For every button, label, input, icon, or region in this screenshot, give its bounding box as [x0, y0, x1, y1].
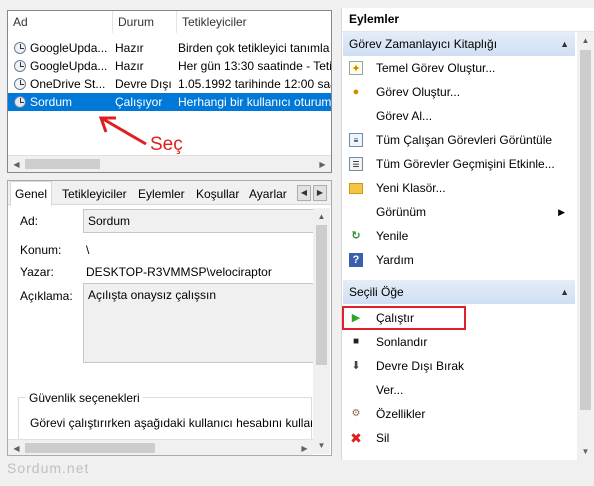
action-export[interactable]: Ver...	[343, 378, 575, 402]
section-title: Görev Zamanlayıcı Kitaplığı	[349, 37, 498, 51]
watermark: Sordum.net	[7, 460, 90, 476]
task-trigger: 1.05.1992 tarihinde 12:00 saat	[178, 77, 332, 91]
delete-icon: ✖	[350, 430, 362, 446]
refresh-icon: ↻	[351, 230, 361, 242]
action-properties[interactable]: ⚙ Özellikler	[343, 402, 575, 426]
description-label: Açıklama:	[20, 289, 73, 303]
tab-conditions[interactable]: Koşullar	[192, 184, 243, 205]
detail-vscrollbar[interactable]: ▲ ▼	[313, 208, 330, 454]
wand-icon: ✦	[349, 61, 363, 75]
column-header-name[interactable]: Ad	[8, 11, 113, 33]
tab-triggers[interactable]: Tetikleyiciler	[58, 184, 131, 205]
security-options-text: Görevi çalıştırırken aşağıdaki kullanıcı…	[30, 416, 312, 430]
column-header-status[interactable]: Durum	[113, 11, 177, 33]
name-label: Ad:	[20, 214, 39, 228]
clock-icon	[14, 96, 26, 108]
disable-icon: ⬇	[351, 360, 361, 372]
scroll-down-icon[interactable]: ▼	[577, 443, 594, 460]
action-view[interactable]: Görünüm ▶	[343, 200, 575, 224]
action-create-task[interactable]: ● Görev Oluştur...	[343, 80, 575, 104]
scroll-thumb[interactable]	[580, 50, 591, 410]
location-label: Konum:	[20, 243, 62, 257]
action-disable[interactable]: ⬇ Devre Dışı Bırak	[343, 354, 575, 378]
action-help[interactable]: ? Yardım	[343, 248, 575, 272]
task-row-selected[interactable]: Sordum Çalışıyor Herhangi bir kullanıcı …	[8, 93, 332, 111]
section-header-library[interactable]: Görev Zamanlayıcı Kitaplığı ▲	[343, 32, 575, 56]
action-show-running-tasks[interactable]: ≡ Tüm Çalışan Görevleri Görüntüle	[343, 128, 575, 152]
task-trigger: Birden çok tetikleyici tanımla	[178, 41, 330, 55]
scroll-right-icon[interactable]: ▶	[314, 156, 331, 172]
task-trigger: Her gün 13:30 saatinde - Tetik	[178, 59, 332, 73]
scroll-thumb[interactable]	[316, 225, 327, 365]
tab-settings[interactable]: Ayarlar	[245, 184, 291, 205]
author-value: DESKTOP-R3VMMSP\velociraptor	[86, 265, 272, 279]
clock-icon	[14, 60, 26, 72]
section-header-selected-item[interactable]: Seçili Öğe ▲	[343, 280, 575, 304]
tab-scroll-right-icon[interactable]: ▶	[313, 185, 327, 201]
scroll-left-icon[interactable]: ◀	[8, 440, 25, 455]
annotation-arrow	[98, 116, 147, 146]
scroll-up-icon[interactable]: ▲	[313, 208, 330, 225]
action-new-folder[interactable]: Yeni Klasör...	[343, 176, 575, 200]
task-status: Devre Dışı	[115, 77, 172, 91]
task-row[interactable]: GoogleUpda... Hazır Birden çok tetikleyi…	[8, 39, 331, 57]
tab-strip: Genel Tetikleyiciler Eylemler Koşullar A…	[8, 181, 331, 206]
task-list-hscrollbar[interactable]: ◀ ▶	[8, 155, 331, 172]
history-icon: ☰	[349, 157, 363, 171]
action-enable-history[interactable]: ☰ Tüm Görevler Geçmişini Etkinle...	[343, 152, 575, 176]
description-field[interactable]: Açılışta onaysız çalışsın	[83, 283, 315, 363]
action-end[interactable]: ■ Sonlandır	[343, 330, 575, 354]
actions-vscrollbar[interactable]: ▲ ▼	[577, 32, 594, 460]
help-icon: ?	[349, 253, 363, 267]
stop-icon: ■	[352, 336, 360, 347]
name-field[interactable]: Sordum	[83, 209, 315, 233]
collapse-icon[interactable]: ▲	[560, 32, 569, 56]
action-create-basic-task[interactable]: ✦ Temel Görev Oluştur...	[343, 56, 575, 80]
scroll-right-icon[interactable]: ▶	[296, 440, 313, 455]
tab-scroll-left-icon[interactable]: ◀	[297, 185, 311, 201]
collapse-icon[interactable]: ▲	[560, 280, 569, 304]
column-header-triggers[interactable]: Tetikleyiciler	[177, 11, 331, 33]
scroll-left-icon[interactable]: ◀	[8, 156, 25, 172]
action-import-task[interactable]: Görev Al...	[343, 104, 575, 128]
list-icon: ≡	[349, 133, 363, 147]
task-trigger: Herhangi bir kullanıcı oturum	[178, 95, 332, 109]
detail-hscrollbar[interactable]: ◀ ▶	[8, 439, 313, 455]
task-name: GoogleUpda...	[30, 59, 108, 73]
scroll-up-icon[interactable]: ▲	[577, 32, 594, 49]
submenu-arrow-icon: ▶	[558, 207, 565, 217]
task-status: Hazır	[115, 59, 144, 73]
section-title: Seçili Öğe	[349, 285, 404, 299]
task-status: Çalışıyor	[115, 95, 163, 109]
task-detail-panel: Genel Tetikleyiciler Eylemler Koşullar A…	[7, 180, 332, 456]
tab-actions[interactable]: Eylemler	[134, 184, 189, 205]
properties-icon: ⚙	[351, 408, 361, 419]
action-refresh[interactable]: ↻ Yenile	[343, 224, 575, 248]
tab-general[interactable]: Genel	[10, 181, 53, 206]
actions-pane: Eylemler Görev Zamanlayıcı Kitaplığı ▲ ✦…	[341, 8, 594, 460]
folder-icon	[349, 183, 363, 194]
task-name: GoogleUpda...	[30, 41, 108, 55]
location-value: \	[86, 243, 90, 257]
task-name: Sordum	[30, 95, 73, 109]
task-row[interactable]: OneDrive St... Devre Dışı 1.05.1992 tari…	[8, 75, 332, 93]
clock-icon	[14, 42, 26, 54]
author-label: Yazar:	[20, 265, 54, 279]
task-row[interactable]: GoogleUpda... Hazır Her gün 13:30 saatin…	[8, 57, 332, 75]
scroll-thumb[interactable]	[25, 159, 100, 169]
task-status: Hazır	[115, 41, 144, 55]
run-action-highlight	[342, 306, 466, 330]
clock-icon	[14, 78, 26, 90]
security-options-title: Güvenlik seçenekleri	[26, 391, 143, 405]
task-name: OneDrive St...	[30, 77, 106, 91]
actions-pane-title: Eylemler	[342, 8, 594, 32]
action-delete[interactable]: ✖ Sil	[343, 426, 575, 450]
scroll-down-icon[interactable]: ▼	[313, 437, 330, 454]
scroll-thumb[interactable]	[25, 443, 155, 453]
annotation-label: Seç	[150, 134, 183, 155]
task-icon: ●	[352, 86, 360, 98]
